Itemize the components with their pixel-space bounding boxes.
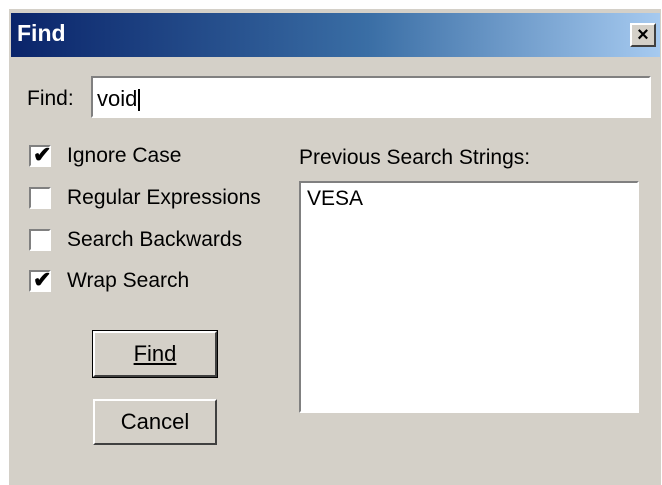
close-button[interactable]: × (630, 23, 656, 47)
wrap-search-label: Wrap Search (67, 269, 190, 292)
ignore-case-label: Ignore Case (67, 144, 182, 167)
find-button[interactable]: Find (92, 330, 218, 378)
regular-expressions-label: Regular Expressions (67, 186, 261, 209)
find-button-label: Find (133, 341, 177, 366)
regular-expressions-checkbox[interactable] (29, 187, 51, 209)
checkmark-icon: ✔ (33, 142, 52, 167)
search-backwards-label: Search Backwards (67, 228, 243, 251)
find-label: Find: (27, 87, 74, 110)
checkmark-icon: ✔ (33, 267, 52, 292)
wrap-search-checkbox[interactable]: ✔ (29, 267, 52, 292)
search-backwards-checkbox[interactable] (29, 229, 51, 251)
cancel-button[interactable]: Cancel (93, 399, 217, 445)
find-input-value: void (97, 86, 138, 111)
cancel-button-label: Cancel (120, 409, 190, 434)
wrap-search-option[interactable]: ✔ Wrap Search (29, 267, 189, 295)
search-backwards-option[interactable]: Search Backwards (29, 226, 242, 254)
find-input[interactable]: void (91, 76, 651, 118)
list-item[interactable]: VESA (301, 183, 637, 215)
previous-search-list[interactable]: VESA (299, 181, 639, 413)
find-dialog: Find × Find: void ✔ Ignore Case Regular … (8, 8, 661, 485)
close-icon: × (637, 24, 649, 46)
ignore-case-checkbox[interactable]: ✔ (29, 142, 52, 167)
previous-search-label: Previous Search Strings: (299, 146, 531, 169)
ignore-case-option[interactable]: ✔ Ignore Case (29, 142, 181, 170)
window-title: Find (17, 20, 66, 46)
title-bar[interactable]: Find × (11, 13, 660, 57)
regular-expressions-option[interactable]: Regular Expressions (29, 184, 261, 212)
text-cursor (138, 89, 141, 112)
